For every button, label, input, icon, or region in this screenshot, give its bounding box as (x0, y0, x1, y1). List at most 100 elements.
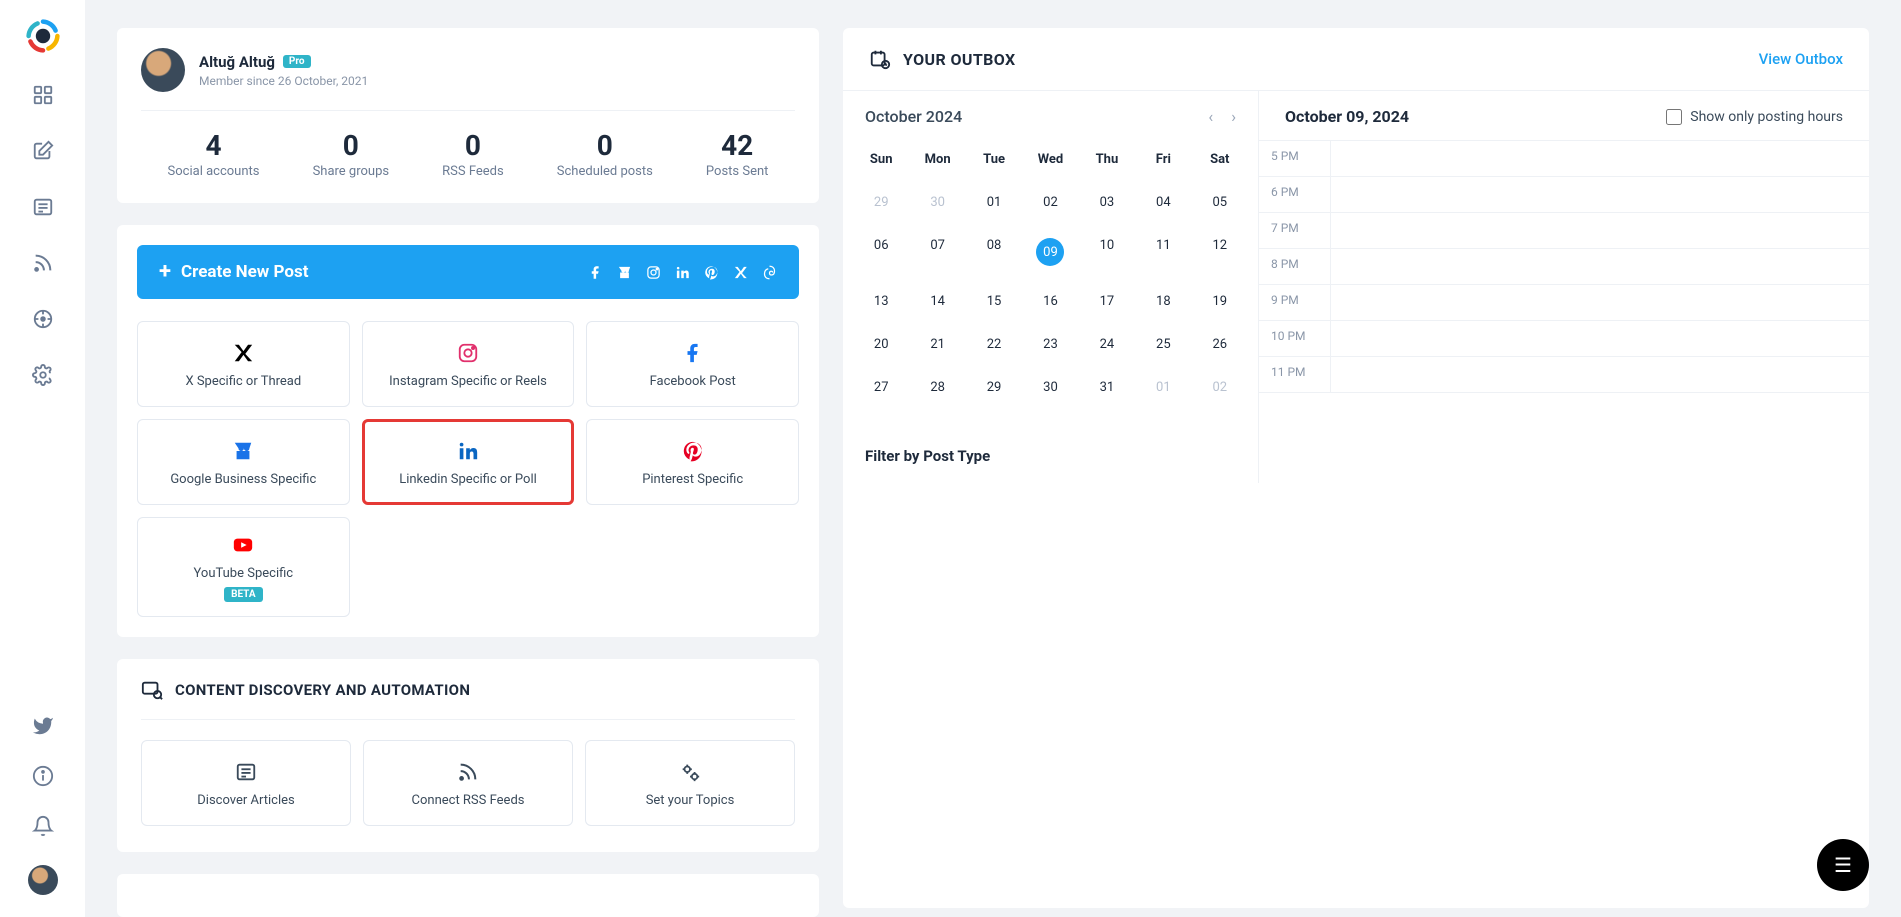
scope-icon[interactable] (32, 308, 54, 330)
calendar-day[interactable]: 02 (1022, 181, 1078, 224)
calendar-day[interactable]: 29 (853, 181, 909, 224)
calendar-dow: Tue (966, 142, 1022, 181)
post-type-pinterest[interactable]: Pinterest Specific (586, 419, 799, 505)
twitter-icon[interactable] (32, 715, 54, 737)
calendar-day[interactable]: 08 (966, 224, 1022, 280)
post-type-gbiz[interactable]: Google Business Specific (137, 419, 350, 505)
calendar-day[interactable]: 19 (1192, 280, 1248, 323)
create-new-post-button[interactable]: + Create New Post (137, 245, 799, 299)
dashboard-icon[interactable] (32, 84, 54, 106)
hour-slot[interactable] (1331, 321, 1869, 356)
next-month-button[interactable]: › (1231, 107, 1236, 126)
hour-slot[interactable] (1331, 213, 1869, 248)
calendar-month: October 2024 (865, 107, 962, 126)
discovery-icon (141, 679, 163, 701)
post-type-x[interactable]: X Specific or Thread (137, 321, 350, 407)
discovery-title: CONTENT DISCOVERY AND AUTOMATION (175, 681, 470, 699)
calendar-day[interactable]: 30 (909, 181, 965, 224)
compose-icon[interactable] (32, 140, 54, 162)
discovery-news[interactable]: Discover Articles (141, 740, 351, 826)
gbiz-icon (232, 438, 254, 464)
discovery-gears[interactable]: Set your Topics (585, 740, 795, 826)
calendar-day[interactable]: 31 (1079, 366, 1135, 409)
filter-title: Filter by Post Type (843, 429, 1258, 483)
hour-slot[interactable] (1331, 141, 1869, 176)
plus-icon: + (159, 261, 171, 283)
post-type-instagram[interactable]: Instagram Specific or Reels (362, 321, 575, 407)
calendar-day[interactable]: 30 (1022, 366, 1078, 409)
calendar-day[interactable]: 26 (1192, 323, 1248, 366)
x-icon (232, 340, 254, 366)
hour-row: 6 PM (1259, 177, 1869, 213)
hour-row: 9 PM (1259, 285, 1869, 321)
calendar-day[interactable]: 04 (1135, 181, 1191, 224)
rss-icon (457, 759, 479, 785)
calendar-dow: Wed (1022, 142, 1078, 181)
hour-row: 5 PM (1259, 141, 1869, 177)
create-post-card: + Create New Post X Specific or ThreadIn… (117, 225, 819, 637)
hour-row: 11 PM (1259, 357, 1869, 393)
rss-icon[interactable] (32, 252, 54, 274)
discovery-rss[interactable]: Connect RSS Feeds (363, 740, 573, 826)
news-icon (235, 759, 257, 785)
calendar-day[interactable]: 18 (1135, 280, 1191, 323)
calendar-day[interactable]: 23 (1022, 323, 1078, 366)
info-icon[interactable] (32, 765, 54, 787)
settings-icon[interactable] (32, 364, 54, 386)
view-outbox-link[interactable]: View Outbox (1759, 50, 1843, 68)
calendar-day[interactable]: 01 (1135, 366, 1191, 409)
calendar-day[interactable]: 29 (966, 366, 1022, 409)
prev-month-button[interactable]: ‹ (1208, 107, 1213, 126)
show-posting-hours-toggle[interactable]: Show only posting hours (1666, 109, 1843, 125)
google-business-icon (617, 265, 632, 280)
stat: 0RSS Feeds (442, 129, 504, 179)
calendar-day[interactable]: 09 (1022, 224, 1078, 280)
calendar-day[interactable]: 24 (1079, 323, 1135, 366)
calendar-day[interactable]: 11 (1135, 224, 1191, 280)
post-type-linkedin[interactable]: Linkedin Specific or Poll (362, 419, 575, 505)
user-avatar (141, 48, 185, 92)
bell-icon[interactable] (32, 815, 54, 837)
calendar-day[interactable]: 06 (853, 224, 909, 280)
hour-slot[interactable] (1331, 177, 1869, 212)
hour-slot[interactable] (1331, 357, 1869, 392)
calendar-day[interactable]: 15 (966, 280, 1022, 323)
sidebar (0, 0, 85, 917)
calendar-dow: Mon (909, 142, 965, 181)
hour-slot[interactable] (1331, 249, 1869, 284)
calendar-day[interactable]: 25 (1135, 323, 1191, 366)
hour-row: 8 PM (1259, 249, 1869, 285)
calendar-day[interactable]: 05 (1192, 181, 1248, 224)
hour-row: 10 PM (1259, 321, 1869, 357)
news-icon[interactable] (32, 196, 54, 218)
calendar-day[interactable]: 03 (1079, 181, 1135, 224)
calendar-day[interactable]: 22 (966, 323, 1022, 366)
calendar-day[interactable]: 13 (853, 280, 909, 323)
calendar-day[interactable]: 20 (853, 323, 909, 366)
calendar-day[interactable]: 17 (1079, 280, 1135, 323)
calendar-day[interactable]: 02 (1192, 366, 1248, 409)
calendar-day[interactable]: 28 (909, 366, 965, 409)
instagram-icon (646, 265, 661, 280)
calendar-day[interactable]: 01 (966, 181, 1022, 224)
facebook-icon (588, 265, 603, 280)
calendar-day[interactable]: 10 (1079, 224, 1135, 280)
calendar-dow: Fri (1135, 142, 1191, 181)
create-new-post-label: Create New Post (181, 262, 308, 282)
post-type-youtube[interactable]: YouTube SpecificBETA (137, 517, 350, 617)
selected-date: October 09, 2024 (1285, 107, 1409, 126)
post-type-facebook[interactable]: Facebook Post (586, 321, 799, 407)
calendar-day[interactable]: 12 (1192, 224, 1248, 280)
linkedin-icon (457, 438, 479, 464)
calendar-day[interactable]: 07 (909, 224, 965, 280)
hour-slot[interactable] (1331, 285, 1869, 320)
fab-menu-button[interactable]: ☰ (1817, 839, 1869, 891)
calendar-day[interactable]: 14 (909, 280, 965, 323)
calendar-day[interactable]: 21 (909, 323, 965, 366)
stat: 4Social accounts (168, 129, 260, 179)
calendar-day[interactable]: 16 (1022, 280, 1078, 323)
blank-card (117, 874, 819, 917)
pro-badge: Pro (283, 55, 311, 68)
calendar-day[interactable]: 27 (853, 366, 909, 409)
user-avatar-small[interactable] (28, 865, 58, 895)
